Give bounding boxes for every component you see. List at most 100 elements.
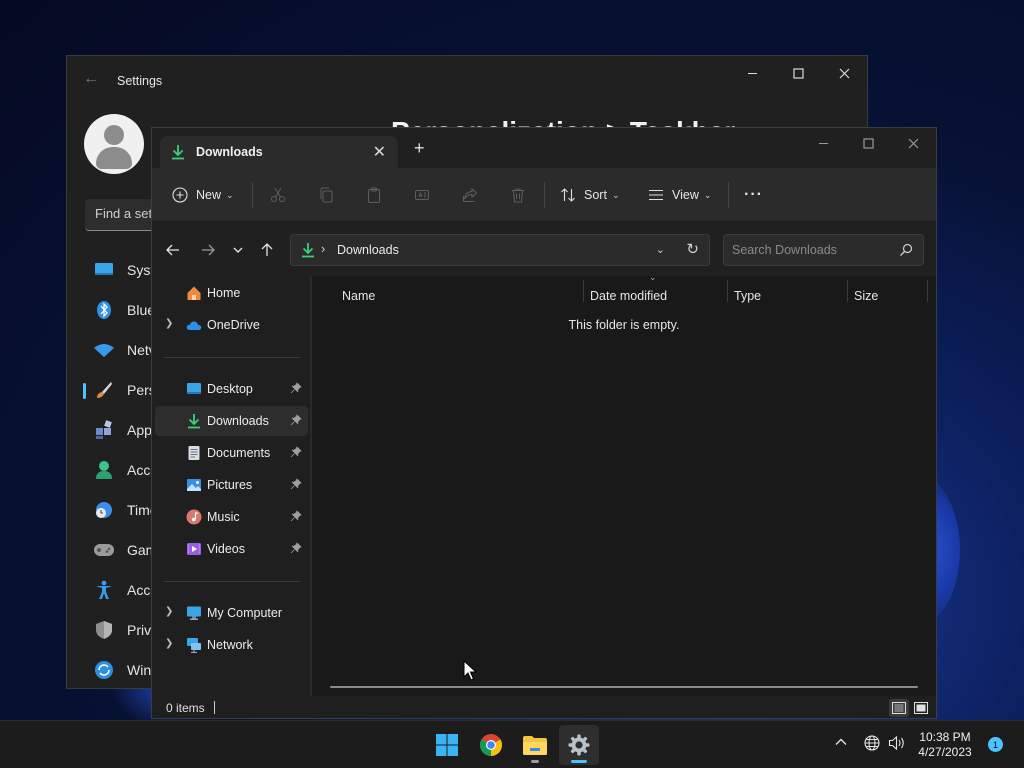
sort-caret-icon: ⌄	[649, 272, 657, 282]
clock-date: 4/27/2023	[918, 745, 972, 759]
volume-tray-button[interactable]	[888, 735, 906, 754]
pin-icon[interactable]	[290, 382, 302, 394]
expand-chevron-icon[interactable]: ❯	[165, 318, 173, 329]
column-header-name[interactable]: Name	[342, 289, 375, 303]
up-arrow-icon	[261, 243, 273, 256]
expand-chevron-icon[interactable]: ❯	[165, 606, 173, 617]
details-view-icon	[892, 702, 906, 714]
new-button[interactable]: New ⌄	[172, 168, 234, 222]
address-dropdown-icon[interactable]: ⌄	[656, 243, 665, 256]
file-explorer-taskbar-button[interactable]	[515, 725, 555, 765]
nav-home[interactable]: Home	[155, 278, 308, 308]
cut-button[interactable]	[270, 168, 286, 222]
speaker-icon	[888, 735, 904, 751]
maximize-button[interactable]	[775, 56, 821, 90]
close-button[interactable]	[821, 56, 867, 90]
pin-icon[interactable]	[290, 446, 302, 458]
nav-label: Downloads	[207, 414, 269, 428]
notification-badge[interactable]: 1	[988, 737, 1003, 752]
picture-icon	[187, 479, 201, 491]
share-button[interactable]	[462, 168, 478, 222]
trash-icon	[512, 188, 524, 203]
status-bar: 0 items	[152, 696, 936, 718]
scissors-icon	[271, 187, 285, 202]
tab-downloads[interactable]: Downloads ✕	[160, 136, 398, 168]
expand-chevron-icon[interactable]: ❯	[165, 638, 173, 649]
details-view-button[interactable]	[889, 699, 909, 717]
more-options-button[interactable]: ···	[744, 168, 763, 222]
rename-icon	[415, 190, 429, 200]
address-bar[interactable]: › Downloads ⌄ ↻	[290, 234, 710, 266]
pin-icon[interactable]	[290, 478, 302, 490]
settings-taskbar-button[interactable]	[559, 725, 599, 765]
clipboard-icon	[368, 187, 380, 203]
tab-close-icon[interactable]: ✕	[373, 142, 386, 162]
column-divider[interactable]	[927, 280, 928, 302]
nav-pictures[interactable]: Pictures	[155, 470, 308, 500]
forward-button[interactable]	[197, 239, 219, 261]
accessibility-icon	[93, 579, 115, 601]
column-divider[interactable]	[583, 280, 584, 302]
search-input[interactable]	[732, 235, 892, 265]
person-icon	[93, 459, 115, 481]
nav-label: Music	[207, 510, 240, 524]
paste-button[interactable]	[366, 168, 382, 222]
system-icon	[93, 259, 115, 281]
search-icon	[900, 243, 913, 256]
pin-icon[interactable]	[290, 510, 302, 522]
up-button[interactable]	[256, 239, 278, 261]
recent-locations-button[interactable]	[227, 239, 249, 261]
view-list-icon	[649, 189, 663, 201]
nav-network[interactable]: ❯ Network	[155, 630, 308, 660]
view-button[interactable]: View ⌄	[648, 168, 711, 222]
column-header-date-modified[interactable]: Date modified	[590, 289, 667, 303]
nav-onedrive[interactable]: ❯ OneDrive	[155, 310, 308, 340]
download-arrow-icon	[188, 414, 200, 429]
pin-icon[interactable]	[290, 542, 302, 554]
wifi-icon	[93, 339, 115, 361]
file-list[interactable]: Name Date modified ⌄ Type Size This fold…	[312, 272, 936, 696]
nav-label: My Computer	[207, 606, 283, 620]
horizontal-scrollbar[interactable]	[330, 686, 918, 688]
pin-icon[interactable]	[290, 414, 302, 426]
nav-my-computer[interactable]: ❯ My Computer	[155, 598, 308, 628]
start-button[interactable]	[427, 725, 467, 765]
column-header-size[interactable]: Size	[854, 289, 878, 303]
column-header-type[interactable]: Type	[734, 289, 761, 303]
avatar[interactable]	[84, 114, 144, 174]
refresh-icon[interactable]: ↻	[686, 240, 699, 258]
clock-globe-icon	[93, 499, 115, 521]
nav-documents[interactable]: Documents	[155, 438, 308, 468]
copy-button[interactable]	[318, 168, 334, 222]
toolbar-divider	[728, 182, 729, 208]
new-tab-button[interactable]: +	[414, 138, 425, 159]
column-divider[interactable]	[727, 280, 728, 302]
nav-videos[interactable]: Videos	[155, 534, 308, 564]
sort-button[interactable]: Sort ⌄	[560, 168, 619, 222]
show-hidden-icons-button[interactable]	[834, 735, 848, 752]
update-icon	[93, 659, 115, 681]
back-button[interactable]	[162, 239, 184, 261]
nav-desktop[interactable]: Desktop	[155, 374, 308, 404]
nav-label: Videos	[207, 542, 245, 556]
breadcrumb-downloads[interactable]: Downloads	[337, 243, 399, 257]
nav-downloads[interactable]: Downloads	[155, 406, 308, 436]
network-tray-button[interactable]	[864, 735, 880, 754]
tab-strip: Downloads ✕ +	[152, 128, 936, 168]
minimize-button[interactable]	[729, 56, 775, 90]
close-icon	[839, 68, 849, 78]
nav-music[interactable]: Music	[155, 502, 308, 532]
explorer-minimize-button[interactable]	[800, 128, 846, 158]
column-divider[interactable]	[847, 280, 848, 302]
search-box[interactable]	[723, 234, 924, 266]
chrome-taskbar-button[interactable]	[471, 725, 511, 765]
chevron-down-icon: ⌄	[703, 189, 712, 200]
delete-button[interactable]	[510, 168, 526, 222]
back-arrow-icon	[166, 244, 179, 256]
large-icons-view-button[interactable]	[911, 699, 931, 717]
back-arrow-icon[interactable]: ←	[83, 70, 99, 88]
clock[interactable]: 10:38 PM 4/27/2023	[910, 730, 980, 760]
explorer-close-button[interactable]	[890, 128, 936, 158]
explorer-maximize-button[interactable]	[845, 128, 891, 158]
rename-button[interactable]	[414, 168, 430, 222]
